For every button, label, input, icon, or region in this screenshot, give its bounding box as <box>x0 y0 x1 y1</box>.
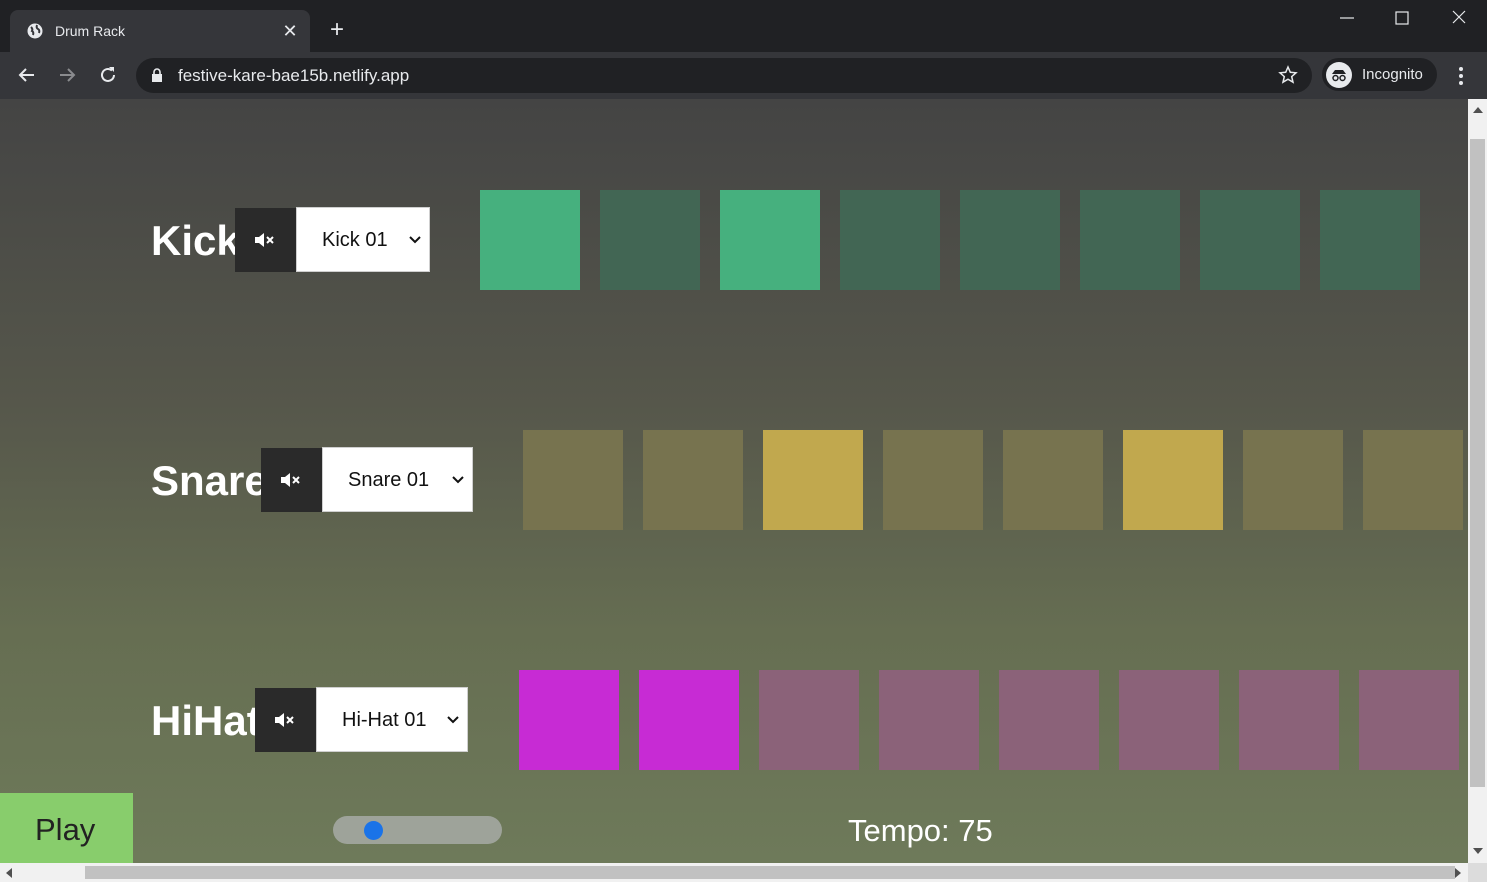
tab-title: Drum Rack <box>55 23 126 39</box>
browser-toolbar: festive-kare-bae15b.netlify.app Incognit… <box>0 52 1487 99</box>
scroll-up-icon[interactable] <box>1473 107 1483 113</box>
track-hihat: HiHat Hi-Hat 01 <box>0 670 1468 770</box>
mute-button[interactable] <box>255 688 316 752</box>
step-pad-4[interactable] <box>840 190 940 290</box>
drum-rack-page: Kick Kick 01 Snare Snare 01 HiHat Hi-Hat… <box>0 99 1468 863</box>
close-window-icon[interactable] <box>1444 8 1474 28</box>
track-kick: Kick Kick 01 <box>0 190 1468 290</box>
vertical-scroll-thumb[interactable] <box>1470 139 1485 787</box>
more-menu-icon[interactable] <box>1452 65 1470 87</box>
step-pad-3[interactable] <box>759 670 859 770</box>
step-pad-1[interactable] <box>480 190 580 290</box>
step-pad-8[interactable] <box>1320 190 1420 290</box>
horizontal-scroll-thumb[interactable] <box>85 866 1455 879</box>
chevron-down-icon <box>452 476 464 484</box>
speaker-mute-icon <box>275 713 294 727</box>
step-pad-6[interactable] <box>1080 190 1180 290</box>
incognito-label: Incognito <box>1362 66 1423 83</box>
sample-select[interactable]: Kick 01 <box>296 207 430 272</box>
chevron-down-icon <box>409 236 421 244</box>
bookmark-star-icon[interactable] <box>1278 65 1298 85</box>
incognito-badge[interactable]: Incognito <box>1322 58 1437 91</box>
mute-button[interactable] <box>235 208 296 272</box>
globe-icon <box>27 23 43 39</box>
sample-select-value: Hi-Hat 01 <box>342 709 427 731</box>
new-tab-button[interactable]: + <box>326 18 348 42</box>
step-pad-2[interactable] <box>639 670 739 770</box>
tab-strip: Drum Rack ✕ + <box>0 0 1487 52</box>
step-pad-5[interactable] <box>1003 430 1103 530</box>
step-pad-1[interactable] <box>519 670 619 770</box>
speaker-mute-icon <box>281 473 300 487</box>
step-pad-7[interactable] <box>1239 670 1339 770</box>
sample-select-value: Snare 01 <box>348 469 430 491</box>
step-pad-7[interactable] <box>1200 190 1300 290</box>
step-pad-3[interactable] <box>763 430 863 530</box>
play-button[interactable]: Play <box>0 793 133 863</box>
maximize-icon[interactable] <box>1387 8 1417 28</box>
reload-icon[interactable] <box>96 63 120 87</box>
step-pad-8[interactable] <box>1359 670 1459 770</box>
incognito-icon <box>1326 62 1352 88</box>
tempo-slider-thumb[interactable] <box>364 821 383 840</box>
horizontal-scrollbar[interactable] <box>0 863 1468 882</box>
step-pad-7[interactable] <box>1243 430 1343 530</box>
scrollbar-corner <box>1468 863 1487 882</box>
tempo-slider[interactable] <box>333 816 502 844</box>
browser-tab[interactable]: Drum Rack ✕ <box>10 10 310 52</box>
step-pad-4[interactable] <box>879 670 979 770</box>
track-snare: Snare Snare 01 <box>0 430 1468 530</box>
scroll-down-icon[interactable] <box>1473 848 1483 854</box>
step-pad-6[interactable] <box>1123 430 1223 530</box>
sample-select[interactable]: Snare 01 <box>322 447 473 512</box>
vertical-scrollbar[interactable] <box>1468 99 1487 863</box>
step-pad-2[interactable] <box>643 430 743 530</box>
mute-button[interactable] <box>261 448 322 512</box>
speaker-mute-icon <box>255 233 274 247</box>
address-bar[interactable]: festive-kare-bae15b.netlify.app <box>136 58 1312 93</box>
back-icon[interactable] <box>15 63 39 87</box>
lock-icon <box>152 68 162 82</box>
step-pad-4[interactable] <box>883 430 983 530</box>
sample-select-value: Kick 01 <box>322 229 388 251</box>
url-text[interactable]: festive-kare-bae15b.netlify.app <box>178 66 409 86</box>
step-pad-5[interactable] <box>960 190 1060 290</box>
scroll-right-icon[interactable] <box>1455 868 1461 878</box>
track-name: Kick <box>151 217 240 264</box>
step-pad-2[interactable] <box>600 190 700 290</box>
step-pad-1[interactable] <box>523 430 623 530</box>
track-name: HiHat <box>151 697 261 744</box>
forward-icon[interactable] <box>55 63 79 87</box>
minimize-icon[interactable] <box>1332 8 1362 28</box>
sample-select[interactable]: Hi-Hat 01 <box>316 687 468 752</box>
step-pad-8[interactable] <box>1363 430 1463 530</box>
close-tab-icon[interactable]: ✕ <box>280 21 300 41</box>
track-name: Snare <box>151 457 268 504</box>
tempo-readout: Tempo: 75 <box>848 813 993 848</box>
scroll-left-icon[interactable] <box>6 868 12 878</box>
step-pad-3[interactable] <box>720 190 820 290</box>
play-label: Play <box>35 812 96 847</box>
step-pad-5[interactable] <box>999 670 1099 770</box>
step-pad-6[interactable] <box>1119 670 1219 770</box>
chevron-down-icon <box>447 716 459 724</box>
